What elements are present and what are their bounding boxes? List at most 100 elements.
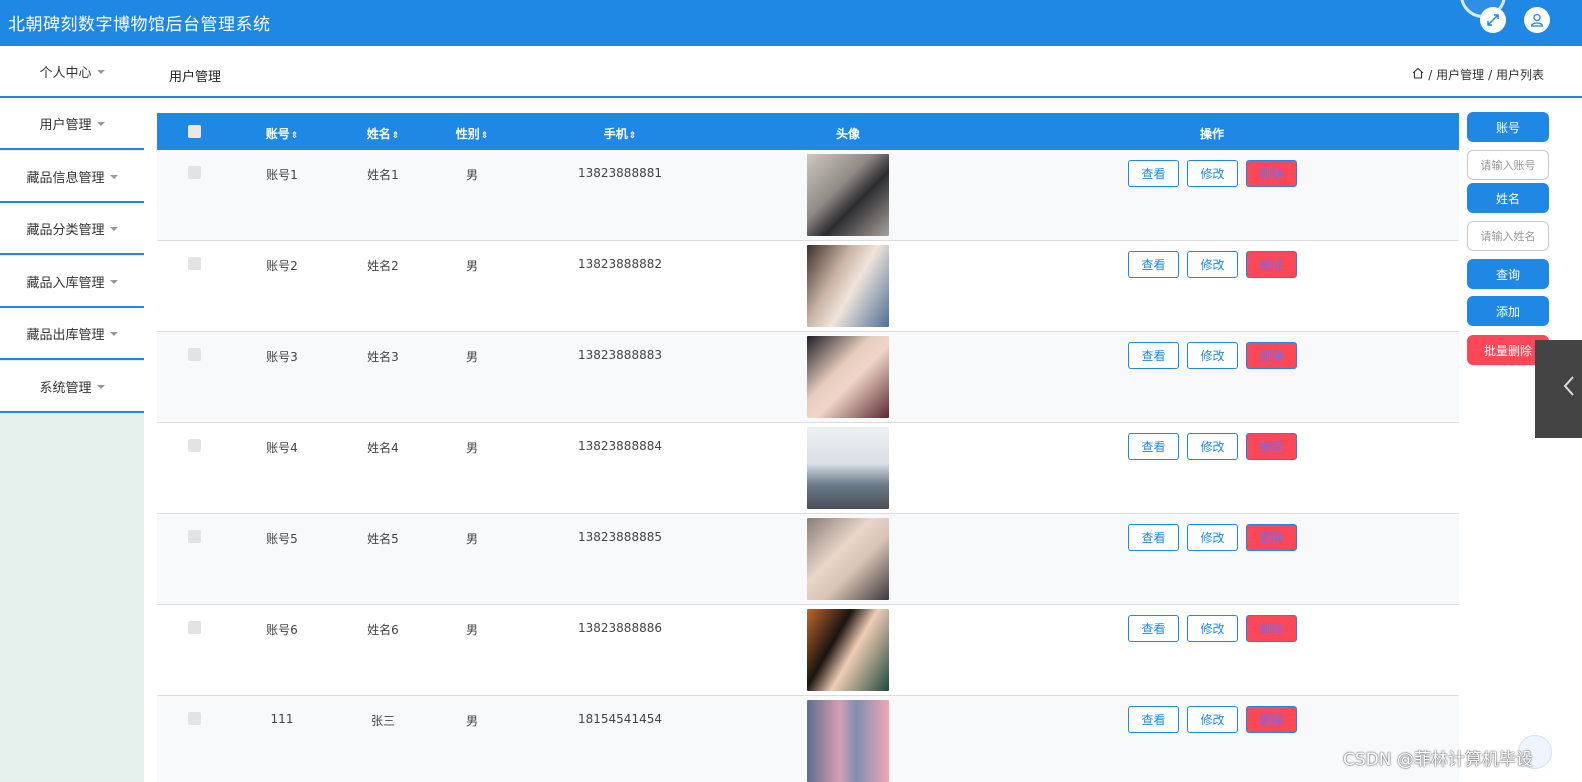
user-icon[interactable] bbox=[1524, 7, 1550, 33]
user-table: 账号⇕ 姓名⇕ 性别⇕ 手机⇕ 头像 操作 账号1 姓名1 男 13823888… bbox=[157, 113, 1459, 782]
row-checkbox[interactable] bbox=[188, 530, 201, 543]
caret-down-icon bbox=[109, 175, 118, 179]
caret-down-icon bbox=[96, 385, 105, 389]
caret-down-icon bbox=[109, 332, 118, 336]
cell-account: 账号2 bbox=[266, 259, 298, 273]
delete-button[interactable]: 删除 bbox=[1246, 524, 1297, 551]
view-button[interactable]: 查看 bbox=[1128, 524, 1179, 551]
delete-button[interactable]: 删除 bbox=[1246, 433, 1297, 460]
sidebar-item-label: 藏品入库管理 bbox=[26, 275, 105, 291]
cell-gender: 男 bbox=[465, 350, 478, 364]
account-search-input[interactable] bbox=[1467, 150, 1549, 180]
edit-button[interactable]: 修改 bbox=[1187, 433, 1238, 460]
view-button[interactable]: 查看 bbox=[1128, 433, 1179, 460]
table-row: 账号4 姓名4 男 13823888884 查看 修改 删除 bbox=[157, 423, 1459, 514]
row-checkbox[interactable] bbox=[188, 166, 201, 179]
sidebar-item-label: 藏品分类管理 bbox=[26, 222, 105, 238]
edit-button[interactable]: 修改 bbox=[1187, 706, 1238, 733]
row-checkbox[interactable] bbox=[188, 621, 201, 634]
breadcrumb-item: / 用户列表 bbox=[1488, 68, 1544, 82]
table-row: 账号6 姓名6 男 13823888886 查看 修改 删除 bbox=[157, 605, 1459, 696]
edit-button[interactable]: 修改 bbox=[1187, 160, 1238, 187]
cell-phone: 13823888882 bbox=[578, 257, 662, 271]
column-header-gender[interactable]: 性别⇕ bbox=[442, 125, 502, 142]
name-label: 姓名 bbox=[1467, 183, 1549, 213]
row-checkbox[interactable] bbox=[188, 348, 201, 361]
avatar-image bbox=[807, 700, 889, 782]
side-panel-toggle[interactable] bbox=[1535, 340, 1582, 438]
column-header-name[interactable]: 姓名⇕ bbox=[353, 125, 413, 142]
sidebar-item-user-management[interactable]: 用户管理 bbox=[0, 98, 144, 150]
cell-name: 姓名6 bbox=[367, 623, 399, 637]
add-button[interactable]: 添加 bbox=[1467, 296, 1549, 326]
edit-button[interactable]: 修改 bbox=[1187, 615, 1238, 642]
avatar-image bbox=[807, 427, 889, 509]
delete-button[interactable]: 删除 bbox=[1246, 342, 1297, 369]
column-header-phone[interactable]: 手机⇕ bbox=[580, 125, 660, 142]
select-all-checkbox[interactable] bbox=[188, 125, 201, 138]
delete-button[interactable]: 删除 bbox=[1246, 160, 1297, 187]
cell-gender: 男 bbox=[465, 441, 478, 455]
cell-phone: 13823888886 bbox=[578, 621, 662, 635]
sidebar-item-collection-info[interactable]: 藏品信息管理 bbox=[0, 151, 144, 203]
fullscreen-icon[interactable] bbox=[1480, 7, 1506, 33]
cell-name: 姓名4 bbox=[367, 441, 399, 455]
cell-gender: 男 bbox=[465, 168, 478, 182]
table-row: 账号2 姓名2 男 13823888882 查看 修改 删除 bbox=[157, 241, 1459, 332]
home-icon[interactable] bbox=[1412, 67, 1424, 82]
sidebar-item-label: 藏品信息管理 bbox=[26, 170, 105, 186]
column-header-actions: 操作 bbox=[1199, 127, 1224, 141]
sidebar-item-system-management[interactable]: 系统管理 bbox=[0, 361, 144, 413]
table-row: 账号5 姓名5 男 13823888885 查看 修改 删除 bbox=[157, 514, 1459, 605]
caret-down-icon bbox=[109, 280, 118, 284]
avatar-image bbox=[807, 609, 889, 691]
row-checkbox[interactable] bbox=[188, 439, 201, 452]
row-checkbox[interactable] bbox=[188, 712, 201, 725]
sort-icon: ⇕ bbox=[391, 131, 400, 141]
cell-gender: 男 bbox=[465, 532, 478, 546]
sort-icon: ⇕ bbox=[290, 131, 299, 141]
column-header-account[interactable]: 账号⇕ bbox=[252, 125, 312, 142]
avatar-image bbox=[807, 154, 889, 236]
avatar-image bbox=[807, 336, 889, 418]
sidebar-item-collection-category[interactable]: 藏品分类管理 bbox=[0, 203, 144, 255]
delete-button[interactable]: 删除 bbox=[1246, 615, 1297, 642]
table-row: 账号1 姓名1 男 13823888881 查看 修改 删除 bbox=[157, 150, 1459, 241]
name-search-input[interactable] bbox=[1467, 221, 1549, 251]
sort-icon: ⇕ bbox=[628, 131, 637, 141]
table-header: 账号⇕ 姓名⇕ 性别⇕ 手机⇕ 头像 操作 bbox=[157, 113, 1459, 150]
sidebar-item-collection-outbound[interactable]: 藏品出库管理 bbox=[0, 308, 144, 360]
sort-icon: ⇕ bbox=[480, 131, 489, 141]
breadcrumb: / 用户管理 / 用户列表 bbox=[1412, 66, 1544, 83]
query-button[interactable]: 查询 bbox=[1467, 259, 1549, 289]
watermark: CSDN @菲林计算机毕设 bbox=[1343, 750, 1533, 770]
sidebar-item-label: 用户管理 bbox=[39, 117, 92, 133]
breadcrumb-item[interactable]: / 用户管理 bbox=[1428, 66, 1484, 83]
view-button[interactable]: 查看 bbox=[1128, 706, 1179, 733]
cell-account: 111 bbox=[270, 712, 294, 726]
cell-name: 姓名2 bbox=[367, 259, 399, 273]
cell-gender: 男 bbox=[465, 623, 478, 637]
cell-name: 姓名1 bbox=[367, 168, 399, 182]
cell-gender: 男 bbox=[465, 259, 478, 273]
sidebar-item-personal-center[interactable]: 个人中心 bbox=[0, 46, 144, 98]
view-button[interactable]: 查看 bbox=[1128, 342, 1179, 369]
view-button[interactable]: 查看 bbox=[1128, 615, 1179, 642]
view-button[interactable]: 查看 bbox=[1128, 251, 1179, 278]
edit-button[interactable]: 修改 bbox=[1187, 342, 1238, 369]
cell-name: 姓名5 bbox=[367, 532, 399, 546]
cell-account: 账号5 bbox=[266, 532, 298, 546]
caret-down-icon bbox=[96, 70, 105, 74]
edit-button[interactable]: 修改 bbox=[1187, 524, 1238, 551]
view-button[interactable]: 查看 bbox=[1128, 160, 1179, 187]
edit-button[interactable]: 修改 bbox=[1187, 251, 1238, 278]
cell-account: 账号1 bbox=[266, 168, 298, 182]
cell-phone: 13823888885 bbox=[578, 530, 662, 544]
sidebar-item-collection-inbound[interactable]: 藏品入库管理 bbox=[0, 256, 144, 308]
top-navbar: 北朝碑刻数字博物馆后台管理系统 bbox=[0, 0, 1582, 46]
delete-button[interactable]: 删除 bbox=[1246, 706, 1297, 733]
table-row: 111 张三 男 18154541454 查看 修改 删除 bbox=[157, 696, 1459, 782]
delete-button[interactable]: 删除 bbox=[1246, 251, 1297, 278]
column-header-avatar: 头像 bbox=[835, 127, 860, 141]
row-checkbox[interactable] bbox=[188, 257, 201, 270]
